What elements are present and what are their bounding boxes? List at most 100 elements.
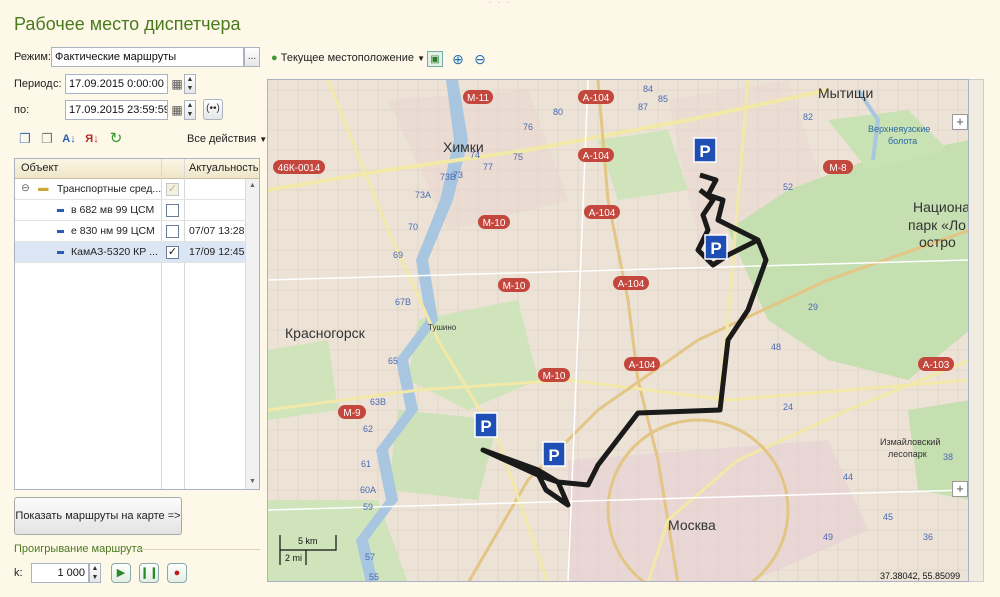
- map-number: 45: [883, 512, 893, 522]
- map-number: 85: [658, 94, 668, 104]
- period-from-field[interactable]: 17.09.2015 0:00:00: [65, 74, 168, 94]
- group-checkbox[interactable]: ✓: [166, 183, 179, 196]
- map-number: 65: [388, 356, 398, 366]
- calendar-from-icon[interactable]: ▦: [170, 74, 184, 94]
- road-shield: А-104: [583, 151, 610, 162]
- chevron-down-icon: ▼: [417, 54, 425, 63]
- zoom-out-icon[interactable]: ⊖: [472, 51, 488, 67]
- map-number: 44: [843, 472, 853, 482]
- map-view[interactable]: P P P P Химки Мытищи Красногорск Москва …: [267, 79, 969, 582]
- map-number: 49: [823, 532, 833, 542]
- map-number: 73В: [440, 172, 456, 182]
- stop-button[interactable]: ●: [167, 563, 187, 583]
- table-scrollbar[interactable]: ▲ ▼: [245, 179, 259, 489]
- period-to-stepper[interactable]: ▲ ▼: [184, 100, 196, 120]
- show-routes-button[interactable]: Показать маршруты на карте =>: [14, 497, 182, 535]
- mode-field[interactable]: Фактические маршруты: [51, 47, 244, 67]
- play-button[interactable]: ▶: [111, 563, 131, 583]
- map-place: Красногорск: [285, 325, 366, 341]
- map-number: 36: [923, 532, 933, 542]
- current-location-menu[interactable]: ● Текущее местоположение ▼: [271, 52, 425, 64]
- road-shield: А-104: [629, 360, 656, 371]
- k-field[interactable]: 1 000: [31, 563, 89, 583]
- map-number: 62: [363, 424, 373, 434]
- objects-table: Объект Актуальность ⊖ ▬ Транспортные сре…: [14, 158, 260, 490]
- row-object: е 830 нм 99 ЦСМ: [71, 225, 155, 237]
- column-object[interactable]: Объект: [21, 162, 58, 174]
- refresh-icon[interactable]: ↻: [108, 131, 124, 147]
- map-zoom-in-button-lower[interactable]: +: [952, 481, 968, 497]
- road-shield: А-103: [923, 360, 950, 371]
- scroll-down-icon[interactable]: ▼: [246, 475, 259, 489]
- parking-marker[interactable]: P: [693, 137, 717, 163]
- all-actions-label: Все действия: [187, 133, 257, 145]
- road-shield: А-104: [618, 279, 645, 290]
- parking-label: P: [480, 417, 491, 436]
- parking-marker[interactable]: P: [542, 441, 566, 467]
- scroll-up-icon[interactable]: ▲: [246, 179, 259, 193]
- parking-label: P: [699, 142, 710, 161]
- group-label: Транспортные сред...: [57, 183, 162, 195]
- map-number: 48: [771, 342, 781, 352]
- row-checkbox[interactable]: ✓: [166, 246, 179, 259]
- column-actuality[interactable]: Актуальность: [189, 162, 259, 174]
- map-number: 38: [943, 452, 953, 462]
- table-group-row[interactable]: ⊖ ▬ Транспортные сред... ✓: [15, 179, 259, 200]
- uncheck-all-icon[interactable]: ❐: [39, 131, 55, 147]
- k-stepper[interactable]: ▲ ▼: [89, 563, 101, 583]
- map-number: 77: [483, 162, 493, 172]
- period-from-stepper[interactable]: ▲ ▼: [184, 74, 196, 94]
- mode-select-button[interactable]: ...: [244, 47, 260, 67]
- collapse-icon[interactable]: ⊖: [21, 182, 30, 194]
- map-place: остро: [919, 234, 956, 250]
- road-shield: М-10: [503, 281, 526, 292]
- row-checkbox[interactable]: [166, 204, 179, 217]
- vehicle-icon: [57, 225, 64, 237]
- map-place: парк «Ло: [908, 217, 966, 233]
- map-number: 60А: [360, 485, 376, 495]
- map-number: 29: [808, 302, 818, 312]
- road-shield: 46К-0014: [278, 163, 321, 174]
- table-row[interactable]: КамАЗ-5320 КР ... ✓ 17/09 12:45:34: [15, 242, 259, 263]
- map-scrollbar[interactable]: [969, 79, 984, 582]
- check-all-icon[interactable]: ❐: [17, 131, 33, 147]
- period-from-label: с:: [53, 78, 62, 90]
- calendar-to-icon[interactable]: ▦: [170, 100, 184, 120]
- window-grip[interactable]: · · ·: [470, 0, 530, 7]
- all-actions-menu[interactable]: Все действия ▼: [187, 133, 267, 145]
- current-location-label: Текущее местоположение: [280, 52, 414, 64]
- sort-desc-icon[interactable]: Я↓: [84, 131, 100, 147]
- zoom-in-icon[interactable]: ⊕: [450, 51, 466, 67]
- road-shield: М-9: [343, 408, 361, 419]
- pause-button[interactable]: ❙❙: [139, 563, 159, 583]
- table-row[interactable]: в 682 мв 99 ЦСМ: [15, 200, 259, 221]
- table-row[interactable]: е 830 нм 99 ЦСМ 07/07 13:28:08: [15, 221, 259, 242]
- map-number: 67В: [395, 297, 411, 307]
- map-number: 59: [363, 502, 373, 512]
- map-place: Верхнеяузские: [868, 124, 930, 134]
- fit-map-icon[interactable]: ▣: [427, 51, 443, 67]
- period-to-label: по:: [14, 104, 30, 116]
- map-canvas[interactable]: P P P P Химки Мытищи Красногорск Москва …: [268, 80, 969, 582]
- map-number: 75: [513, 152, 523, 162]
- map-number: 69: [393, 250, 403, 260]
- period-range-button[interactable]: (••): [203, 99, 223, 120]
- map-number: 87: [638, 102, 648, 112]
- map-number: 74: [470, 150, 480, 160]
- period-to-field[interactable]: 17.09.2015 23:59:59: [65, 100, 168, 120]
- map-number: 70: [408, 222, 418, 232]
- vehicle-icon: [57, 204, 64, 216]
- map-number: 73А: [415, 190, 431, 200]
- map-number: 61: [361, 459, 371, 469]
- period-label: Период: [14, 78, 53, 90]
- parking-marker[interactable]: P: [704, 234, 728, 260]
- row-checkbox[interactable]: [166, 225, 179, 238]
- map-place: Москва: [668, 517, 716, 533]
- map-zoom-in-button[interactable]: +: [952, 114, 968, 130]
- parking-marker[interactable]: P: [474, 412, 498, 438]
- map-place: лесопарк: [888, 449, 927, 459]
- map-place: Мытищи: [818, 85, 873, 101]
- map-number: 76: [523, 122, 533, 132]
- sort-asc-icon[interactable]: A↓: [61, 131, 77, 147]
- folder-icon: ▬: [38, 182, 49, 194]
